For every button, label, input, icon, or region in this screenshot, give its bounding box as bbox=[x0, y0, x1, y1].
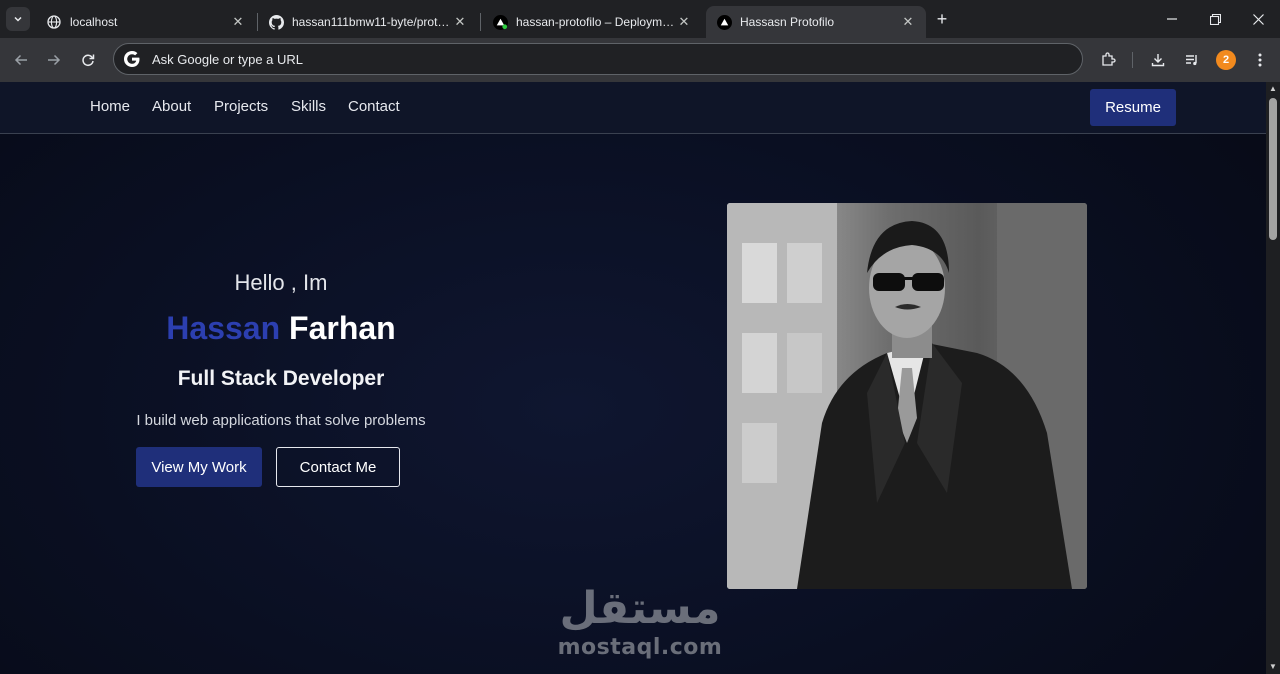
reload-icon[interactable] bbox=[77, 49, 99, 71]
scroll-down-arrow-icon[interactable]: ▼ bbox=[1269, 663, 1277, 671]
tab-search-button[interactable] bbox=[6, 7, 30, 31]
portrait-illustration bbox=[727, 203, 1087, 589]
hero-role: Full Stack Developer bbox=[177, 367, 385, 390]
tab-portfolio[interactable]: Hassasn Protofilo ✕ bbox=[706, 6, 926, 38]
nav-link-projects[interactable]: Projects bbox=[214, 98, 268, 115]
download-icon[interactable] bbox=[1147, 49, 1169, 71]
scroll-up-arrow-icon[interactable]: ▲ bbox=[1269, 85, 1277, 93]
browser-toolbar: 2 bbox=[0, 38, 1280, 82]
github-icon bbox=[268, 14, 284, 30]
hero-greeting: Hello , Im bbox=[234, 270, 328, 295]
chevron-down-icon bbox=[14, 16, 22, 22]
resume-button[interactable]: Resume bbox=[1090, 89, 1176, 126]
restore-icon[interactable] bbox=[1204, 8, 1226, 30]
tab-localhost[interactable]: localhost ✕ bbox=[36, 6, 256, 38]
tab-github[interactable]: hassan111bmw11-byte/protofilo ✕ bbox=[258, 6, 478, 38]
page-scrollbar[interactable]: ▲ ▼ bbox=[1266, 82, 1280, 674]
close-icon[interactable]: ✕ bbox=[230, 14, 246, 30]
profile-avatar[interactable]: 2 bbox=[1216, 50, 1236, 70]
profile-photo bbox=[727, 203, 1087, 589]
site-navbar: Home About Projects Skills Contact Resum… bbox=[0, 82, 1266, 134]
google-icon bbox=[124, 51, 140, 67]
close-icon[interactable]: ✕ bbox=[900, 14, 916, 30]
tab-title: hassan111bmw11-byte/protofilo bbox=[292, 15, 452, 29]
hero-name: Hassan Farhan bbox=[100, 310, 462, 347]
toolbar-separator bbox=[1132, 52, 1133, 68]
globe-icon bbox=[46, 14, 62, 30]
page-viewport: Home About Projects Skills Contact Resum… bbox=[0, 82, 1266, 674]
address-bar[interactable] bbox=[113, 43, 1083, 75]
extensions-icon[interactable] bbox=[1097, 49, 1119, 71]
tab-title: Hassasn Protofilo bbox=[740, 15, 835, 29]
watermark-arabic: مستقل bbox=[559, 583, 721, 634]
vercel-icon bbox=[492, 14, 508, 30]
minimize-icon[interactable] bbox=[1161, 8, 1183, 30]
tab-vercel-deployment[interactable]: hassan-protofilo – Deployment ✕ bbox=[482, 6, 702, 38]
forward-arrow-icon[interactable] bbox=[43, 49, 65, 71]
scroll-thumb[interactable] bbox=[1269, 98, 1277, 240]
close-window-icon[interactable] bbox=[1247, 8, 1269, 30]
close-icon[interactable]: ✕ bbox=[676, 14, 692, 30]
vercel-icon bbox=[716, 14, 732, 30]
omnibox-input[interactable] bbox=[152, 51, 852, 67]
nav-link-contact[interactable]: Contact bbox=[348, 98, 400, 115]
new-tab-icon[interactable]: + bbox=[932, 9, 952, 29]
hero-last-name: Farhan bbox=[289, 310, 396, 346]
back-arrow-icon[interactable] bbox=[10, 49, 32, 71]
media-controls-icon[interactable] bbox=[1181, 49, 1203, 71]
mostaql-watermark: مستقل mostaql.com bbox=[550, 582, 730, 660]
tab-separator bbox=[480, 13, 481, 31]
tab-title: hassan-protofilo – Deployment bbox=[516, 15, 676, 29]
tab-title: localhost bbox=[70, 15, 118, 29]
hero-tagline: I build web applications that solve prob… bbox=[136, 412, 426, 429]
tab-strip: localhost ✕ hassan111bmw11-byte/protofil… bbox=[0, 0, 1280, 38]
contact-me-button[interactable]: Contact Me bbox=[276, 447, 400, 487]
nav-link-skills[interactable]: Skills bbox=[291, 98, 326, 115]
hero-first-name: Hassan bbox=[166, 310, 281, 346]
view-my-work-button[interactable]: View My Work bbox=[136, 447, 262, 487]
nav-link-home[interactable]: Home bbox=[90, 98, 130, 115]
nav-link-about[interactable]: About bbox=[152, 98, 191, 115]
watermark-latin: mostaql.com bbox=[557, 635, 723, 660]
close-icon[interactable]: ✕ bbox=[452, 14, 468, 30]
kebab-menu-icon[interactable] bbox=[1249, 49, 1271, 71]
